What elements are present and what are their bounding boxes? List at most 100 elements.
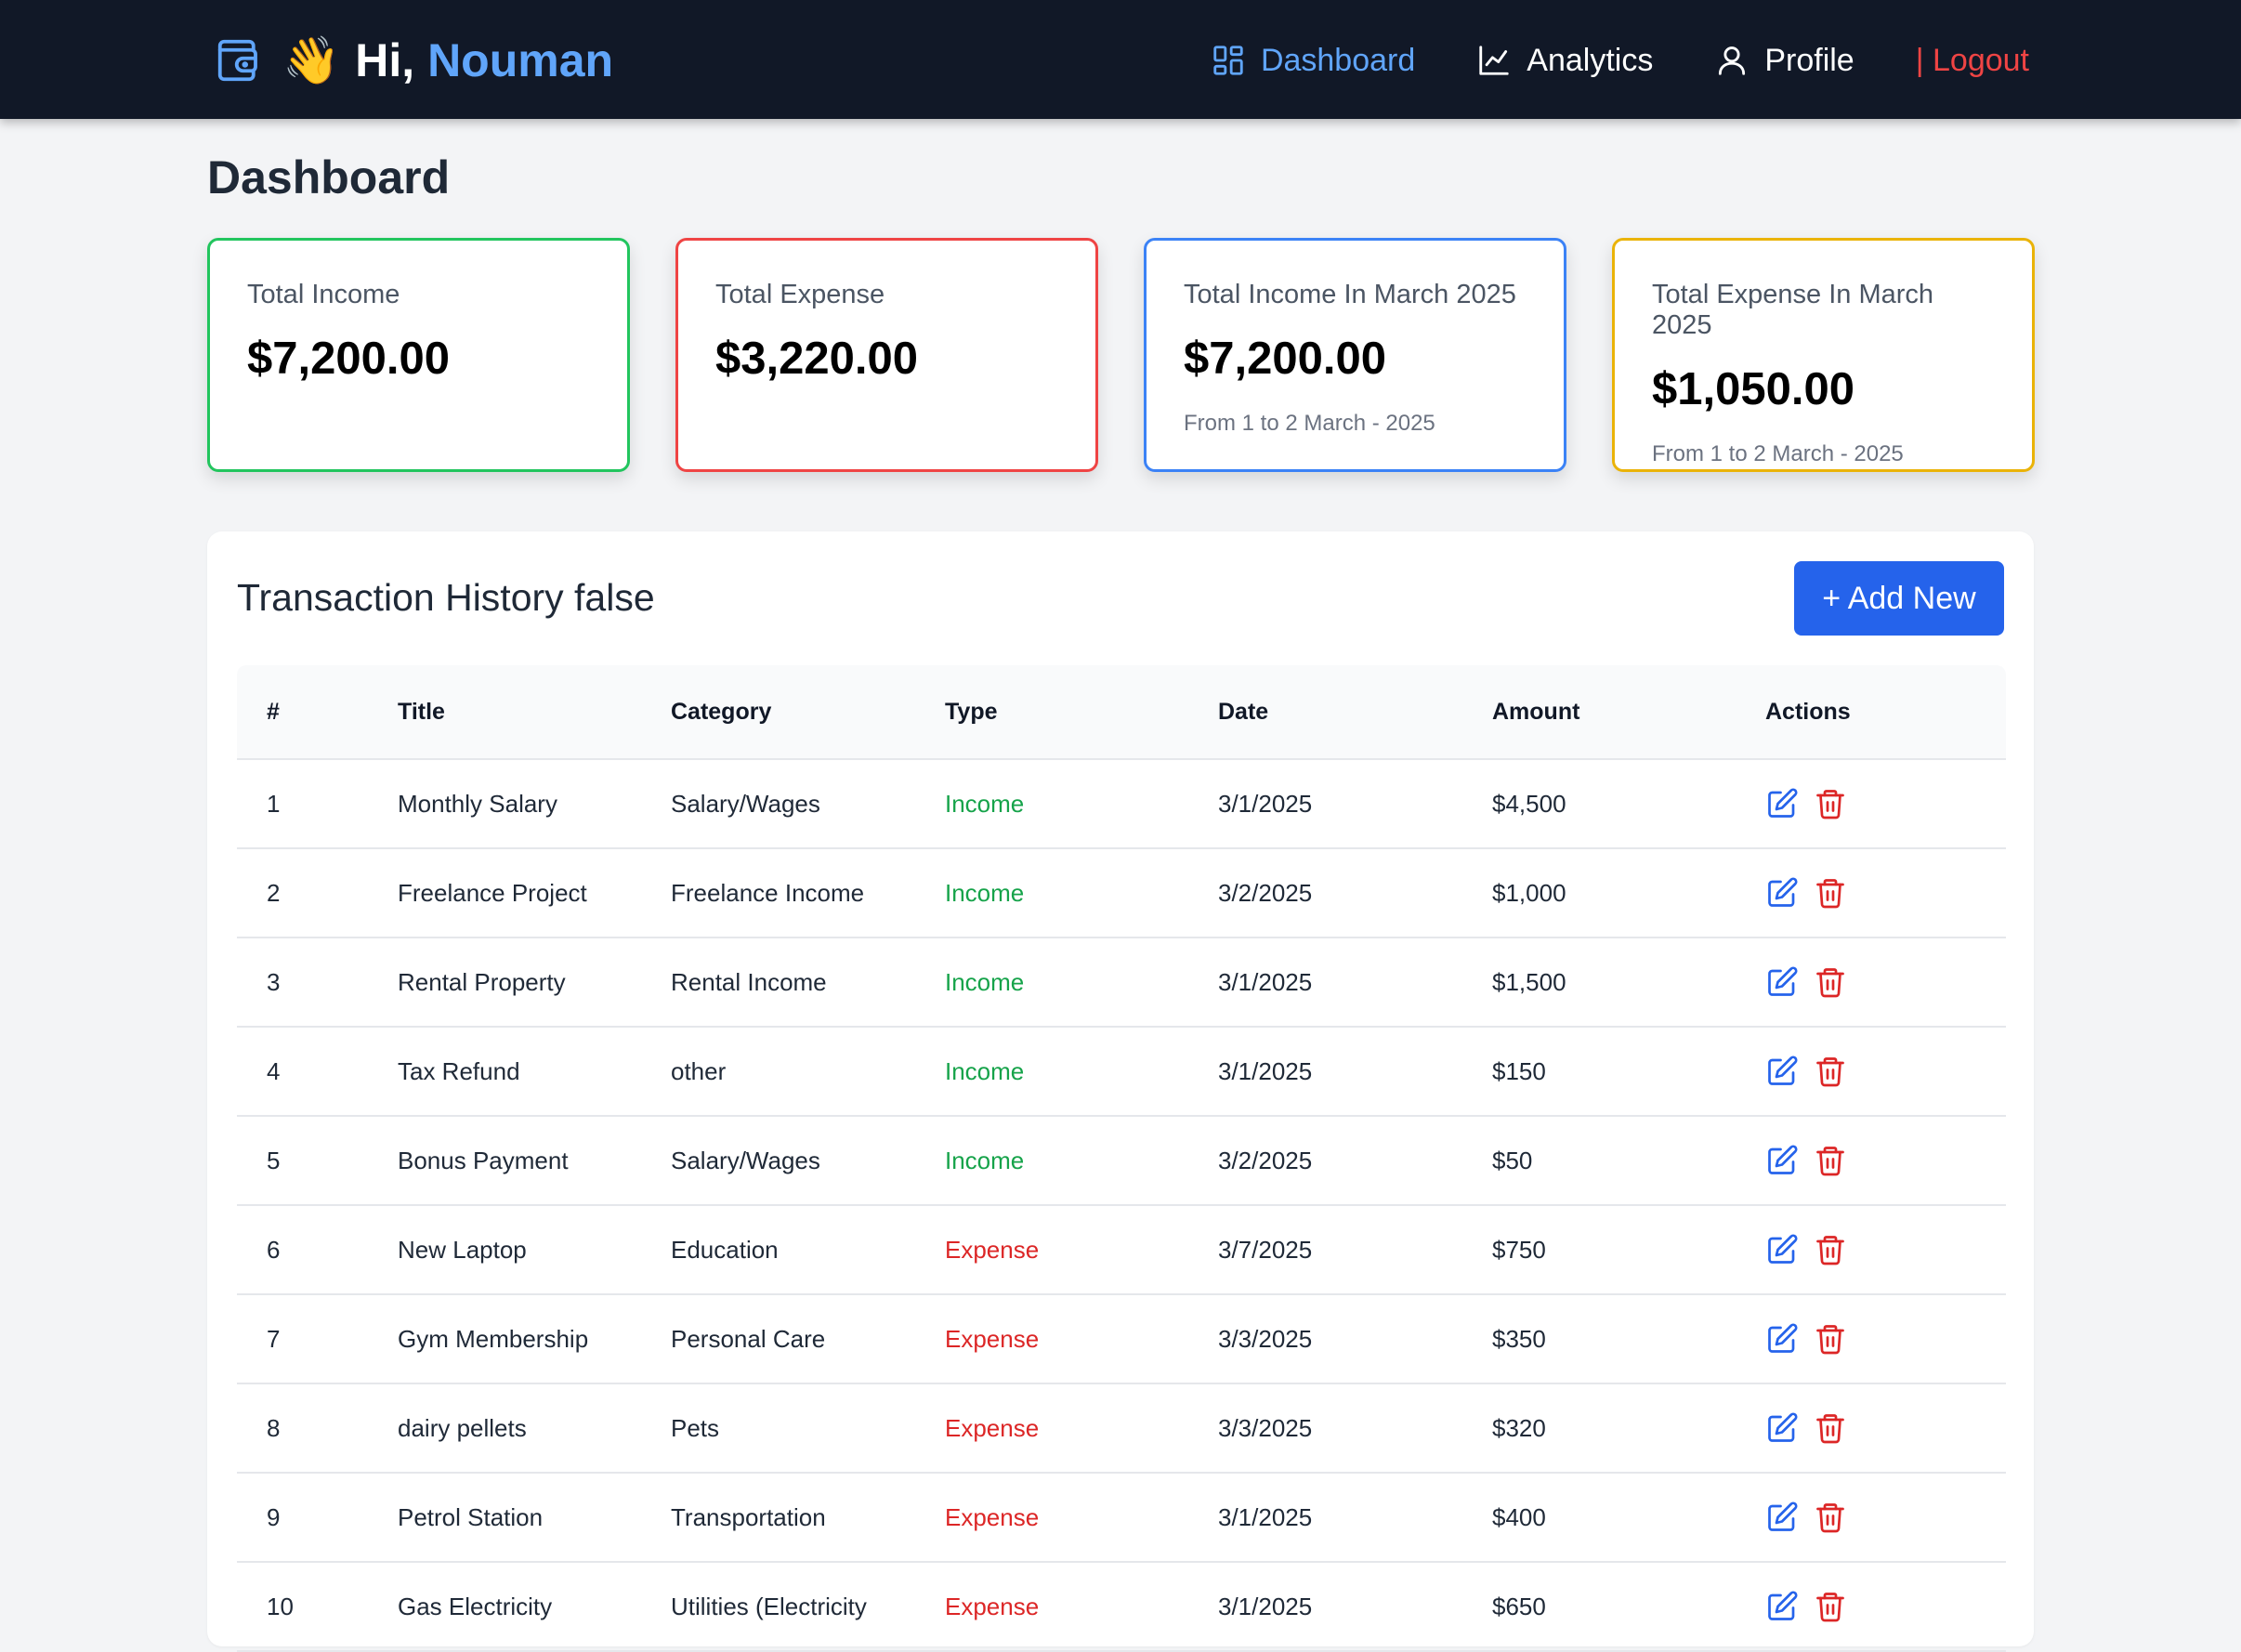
row-category: Utilities (Electricity	[671, 1592, 867, 1620]
row-date: 3/7/2025	[1218, 1235, 1313, 1264]
trash-icon[interactable]	[1814, 876, 1847, 910]
row-actions	[1765, 1206, 1847, 1293]
nav-analytics[interactable]: Analytics	[1476, 43, 1653, 79]
row-amount: $1,500	[1492, 967, 1566, 996]
row-type: Expense	[945, 1324, 1040, 1353]
edit-icon[interactable]	[1765, 965, 1799, 999]
row-date: 3/2/2025	[1218, 1146, 1313, 1174]
row-type: Expense	[945, 1502, 1040, 1531]
transaction-panel: Transaction History false + Add New # Ti…	[207, 531, 2034, 1652]
stat-value: $7,200.00	[247, 334, 450, 384]
trash-icon[interactable]	[1814, 965, 1847, 999]
row-type: Income	[945, 1056, 1025, 1085]
column-header-category: Category	[671, 698, 772, 725]
row-number: 8	[267, 1413, 281, 1442]
row-type: Income	[945, 878, 1025, 907]
trash-icon[interactable]	[1814, 1501, 1847, 1534]
nav-dashboard[interactable]: Dashboard	[1211, 43, 1415, 79]
table-row: 9 Petrol Station Transportation Expense …	[237, 1474, 2006, 1563]
line-chart-icon	[1479, 46, 1509, 75]
column-header-type: Type	[945, 698, 998, 725]
trash-icon[interactable]	[1814, 1233, 1847, 1266]
column-header-actions: Actions	[1765, 698, 1851, 725]
row-number: 5	[267, 1146, 281, 1174]
row-amount: $350	[1492, 1324, 1546, 1353]
nav-analytics-label: Analytics	[1527, 42, 1654, 78]
edit-icon[interactable]	[1765, 787, 1799, 820]
stat-range: From 1 to 2 March - 2025	[1184, 411, 1435, 436]
table-row: 6 New Laptop Education Expense 3/7/2025 …	[237, 1206, 2006, 1295]
trash-icon[interactable]	[1814, 1590, 1847, 1623]
nav-logout-label: | Logout	[1915, 42, 2029, 78]
row-actions	[1765, 1028, 1847, 1115]
row-amount: $750	[1492, 1235, 1546, 1264]
edit-icon[interactable]	[1765, 1322, 1799, 1356]
table-header: # Title Category Type Date Amount Action…	[237, 665, 2006, 760]
trash-icon[interactable]	[1814, 1055, 1847, 1088]
edit-icon[interactable]	[1765, 1144, 1799, 1177]
row-type: Income	[945, 1146, 1025, 1174]
greeting: Hi, Nouman	[355, 33, 613, 87]
username: Nouman	[427, 34, 614, 86]
column-header-date: Date	[1218, 698, 1269, 725]
row-date: 3/1/2025	[1218, 967, 1313, 996]
row-title: Rental Property	[398, 967, 566, 996]
edit-icon[interactable]	[1765, 876, 1799, 910]
row-title: Gym Membership	[398, 1324, 589, 1353]
row-date: 3/2/2025	[1218, 878, 1313, 907]
wallet-icon	[217, 39, 257, 82]
stat-card-total-income: Total Income $7,200.00	[207, 238, 630, 472]
nav-profile[interactable]: Profile	[1714, 43, 1854, 79]
row-type: Income	[945, 789, 1025, 818]
edit-icon[interactable]	[1765, 1233, 1799, 1266]
row-title: Freelance Project	[398, 878, 587, 907]
stat-card-month-expense: Total Expense In March 2025 $1,050.00 Fr…	[1612, 238, 2035, 472]
row-type: Expense	[945, 1413, 1040, 1442]
row-actions	[1765, 1117, 1847, 1204]
row-category: Personal Care	[671, 1324, 826, 1353]
column-header-number: #	[267, 698, 280, 725]
add-new-button[interactable]: + Add New	[1794, 561, 2004, 636]
trash-icon[interactable]	[1814, 1322, 1847, 1356]
trash-icon[interactable]	[1814, 1411, 1847, 1445]
edit-icon[interactable]	[1765, 1411, 1799, 1445]
table-row: 8 dairy pellets Pets Expense 3/3/2025 $3…	[237, 1384, 2006, 1474]
row-amount: $4,500	[1492, 789, 1566, 818]
row-amount: $150	[1492, 1056, 1546, 1085]
stat-range: From 1 to 2 March - 2025	[1652, 441, 1904, 466]
row-amount: $1,000	[1492, 878, 1566, 907]
column-header-amount: Amount	[1492, 698, 1580, 725]
row-title: Gas Electricity	[398, 1592, 553, 1620]
nav-profile-label: Profile	[1764, 42, 1854, 78]
nav-links: Dashboard Analytics Profile | Logout	[1211, 35, 2029, 85]
row-category: Pets	[671, 1413, 720, 1442]
stat-label: Total Expense In March 2025	[1652, 280, 1934, 340]
row-type: Expense	[945, 1235, 1040, 1264]
table-row: 5 Bonus Payment Salary/Wages Income 3/2/…	[237, 1117, 2006, 1206]
row-actions	[1765, 938, 1847, 1026]
stat-label: Total Income In March 2025	[1184, 280, 1516, 309]
row-title: Petrol Station	[398, 1502, 544, 1531]
nav-logout[interactable]: | Logout	[1916, 43, 2029, 79]
edit-icon[interactable]	[1765, 1590, 1799, 1623]
row-actions	[1765, 1474, 1847, 1561]
row-actions	[1765, 849, 1847, 937]
edit-icon[interactable]	[1765, 1501, 1799, 1534]
stats-row: Total Income $7,200.00 Total Expense $3,…	[207, 238, 2035, 472]
trash-icon[interactable]	[1814, 1144, 1847, 1177]
top-navbar: 👋 Hi, Nouman Dashboard Analytics Profile…	[0, 0, 2241, 119]
stat-card-total-expense: Total Expense $3,220.00	[675, 238, 1098, 472]
stat-label: Total Expense	[715, 280, 885, 309]
row-date: 3/1/2025	[1218, 789, 1313, 818]
edit-icon[interactable]	[1765, 1055, 1799, 1088]
row-title: New Laptop	[398, 1235, 527, 1264]
row-actions	[1765, 1563, 1847, 1650]
row-title: Tax Refund	[398, 1056, 520, 1085]
transaction-history-title: Transaction History false	[237, 576, 655, 619]
column-header-title: Title	[398, 698, 445, 725]
table-row: 2 Freelance Project Freelance Income Inc…	[237, 849, 2006, 938]
row-number: 2	[267, 878, 281, 907]
trash-icon[interactable]	[1814, 787, 1847, 820]
row-title: Bonus Payment	[398, 1146, 569, 1174]
table-row: 3 Rental Property Rental Income Income 3…	[237, 938, 2006, 1028]
